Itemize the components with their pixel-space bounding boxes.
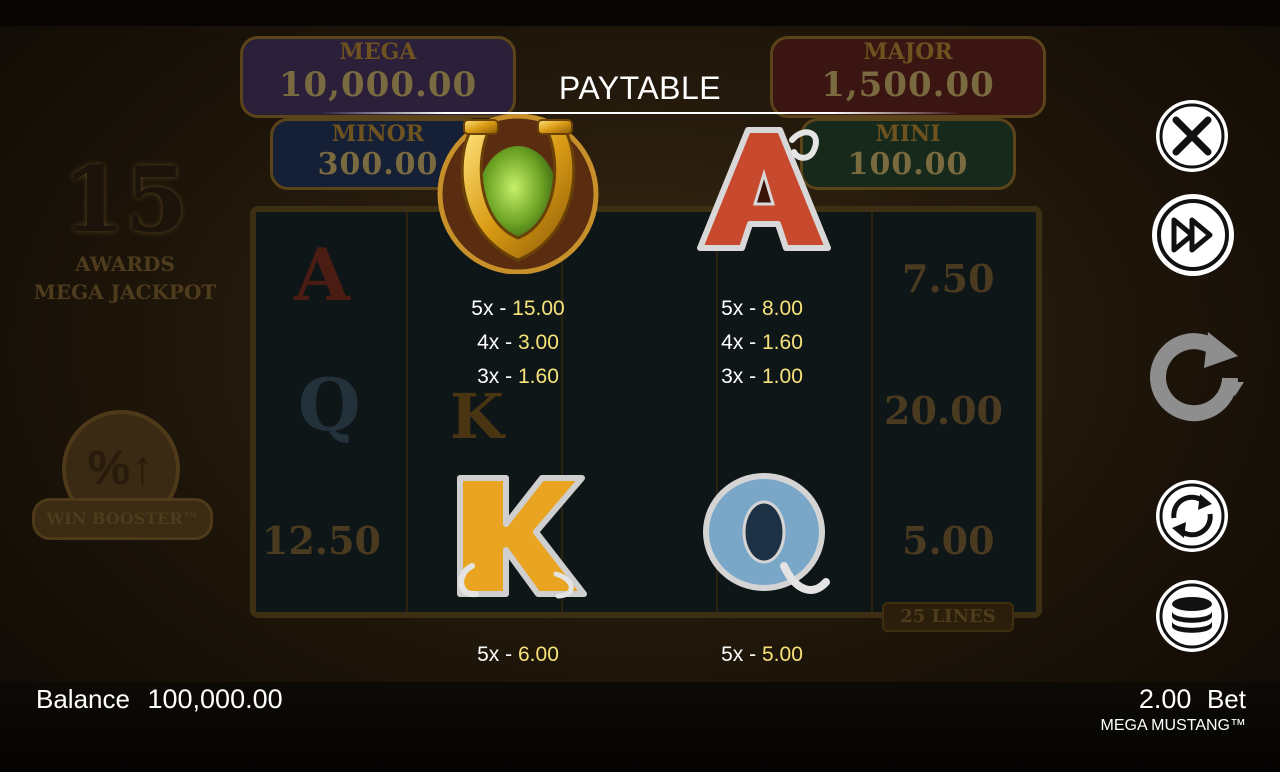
- balance-display: Balance 100,000.00: [36, 684, 283, 715]
- win-booster: %↑ WIN BOOSTER™: [32, 410, 213, 540]
- close-icon: [1159, 103, 1225, 169]
- pay-value: 8.00: [762, 297, 803, 320]
- feature-panel: 15 AWARDS MEGA JACKPOT: [30, 150, 220, 306]
- pay-line: 5x - 8.00: [662, 292, 862, 326]
- feature-count: 15: [62, 147, 188, 253]
- balance-label: Balance: [36, 684, 130, 714]
- balance-value: 100,000.00: [147, 684, 283, 714]
- pay-multiplier: 5x: [721, 643, 744, 666]
- pay-line: 4x - 3.00: [418, 326, 618, 360]
- reel-value: 12.50: [262, 518, 381, 563]
- pay-value: 3.00: [518, 331, 559, 354]
- pay-multiplier: 4x: [477, 331, 500, 354]
- jackpot-name: MAJOR: [863, 39, 953, 65]
- autoplay-button[interactable]: [1156, 480, 1228, 552]
- reel-value: 7.50: [902, 256, 995, 301]
- pay-value: 1.00: [762, 365, 803, 388]
- top-band: [0, 0, 1280, 26]
- bet-value: 2.00: [1138, 684, 1192, 714]
- pay-list-horseshoe: 5x - 15.00 4x - 3.00 3x - 1.60: [418, 292, 618, 394]
- letter-k-icon: [452, 470, 588, 602]
- game-background: MEGA 10,000.00 MAJOR 1,500.00 MINOR 300.…: [0, 0, 1280, 772]
- close-button[interactable]: [1156, 100, 1228, 172]
- turbo-button[interactable]: [1152, 194, 1234, 276]
- spin-icon: [1150, 332, 1244, 422]
- jackpot-value: 100.00: [847, 147, 969, 182]
- title-divider: [320, 112, 960, 114]
- pay-value: 15.00: [512, 297, 565, 320]
- autoplay-icon: [1159, 483, 1225, 549]
- coin-stack-icon: [1159, 583, 1225, 649]
- pay-line: 5x - 15.00: [418, 292, 618, 326]
- pay-multiplier: 5x: [471, 297, 494, 320]
- letter-a-icon: [694, 120, 834, 256]
- pay-separator: -: [505, 365, 513, 388]
- jackpot-name: MEGA: [339, 39, 417, 65]
- game-name: MEGA MUSTANG™: [1100, 717, 1247, 734]
- reel-area: A Q K 7.50 20.00 5.00 12.50: [250, 206, 1042, 618]
- pay-multiplier: 3x: [721, 365, 744, 388]
- reel-symbol-q: Q: [298, 362, 361, 447]
- fast-forward-icon: [1157, 199, 1229, 271]
- feature-text: AWARDS: [75, 252, 175, 276]
- spin-button[interactable]: [1146, 326, 1250, 430]
- pay-list-a: 5x - 8.00 4x - 1.60 3x - 1.00: [662, 292, 862, 394]
- pay-line: 3x - 1.00: [662, 360, 862, 394]
- pay-list-q: 5x - 5.00: [662, 638, 862, 672]
- pay-value: 1.60: [518, 365, 559, 388]
- pay-separator: -: [505, 643, 513, 666]
- pay-multiplier: 3x: [477, 365, 500, 388]
- horseshoe-icon: [434, 113, 602, 275]
- pay-line: 3x - 1.60: [418, 360, 618, 394]
- reel-value: 5.00: [902, 518, 995, 563]
- pay-line: 5x - 5.00: [662, 638, 862, 672]
- pay-separator: -: [749, 331, 757, 354]
- bet-display: 2.00 Bet: [1139, 684, 1246, 715]
- lines-badge: 25 LINES: [882, 602, 1014, 632]
- pay-multiplier: 5x: [477, 643, 500, 666]
- bet-label: Bet: [1206, 684, 1246, 714]
- paytable-title: PAYTABLE: [558, 70, 722, 106]
- pay-list-k: 5x - 6.00: [418, 638, 618, 672]
- pay-value: 5.00: [762, 643, 803, 666]
- pay-line: 4x - 1.60: [662, 326, 862, 360]
- reel-symbol-a: A: [294, 232, 350, 317]
- reel-value: 20.00: [884, 388, 1003, 433]
- feature-text: MEGA JACKPOT: [33, 280, 217, 304]
- pay-value: 6.00: [518, 643, 559, 666]
- pay-multiplier: 4x: [721, 331, 744, 354]
- pay-separator: -: [499, 297, 507, 320]
- win-booster-label: WIN BOOSTER™: [32, 498, 213, 540]
- jackpot-name: MINI: [875, 121, 941, 147]
- bet-button[interactable]: [1156, 580, 1228, 652]
- pay-separator: -: [749, 365, 757, 388]
- pay-line: 5x - 6.00: [418, 638, 618, 672]
- pay-multiplier: 5x: [721, 297, 744, 320]
- pay-separator: -: [749, 297, 757, 320]
- letter-q-icon: [700, 470, 834, 606]
- pay-value: 1.60: [762, 331, 803, 354]
- pay-separator: -: [749, 643, 757, 666]
- pay-separator: -: [505, 331, 513, 354]
